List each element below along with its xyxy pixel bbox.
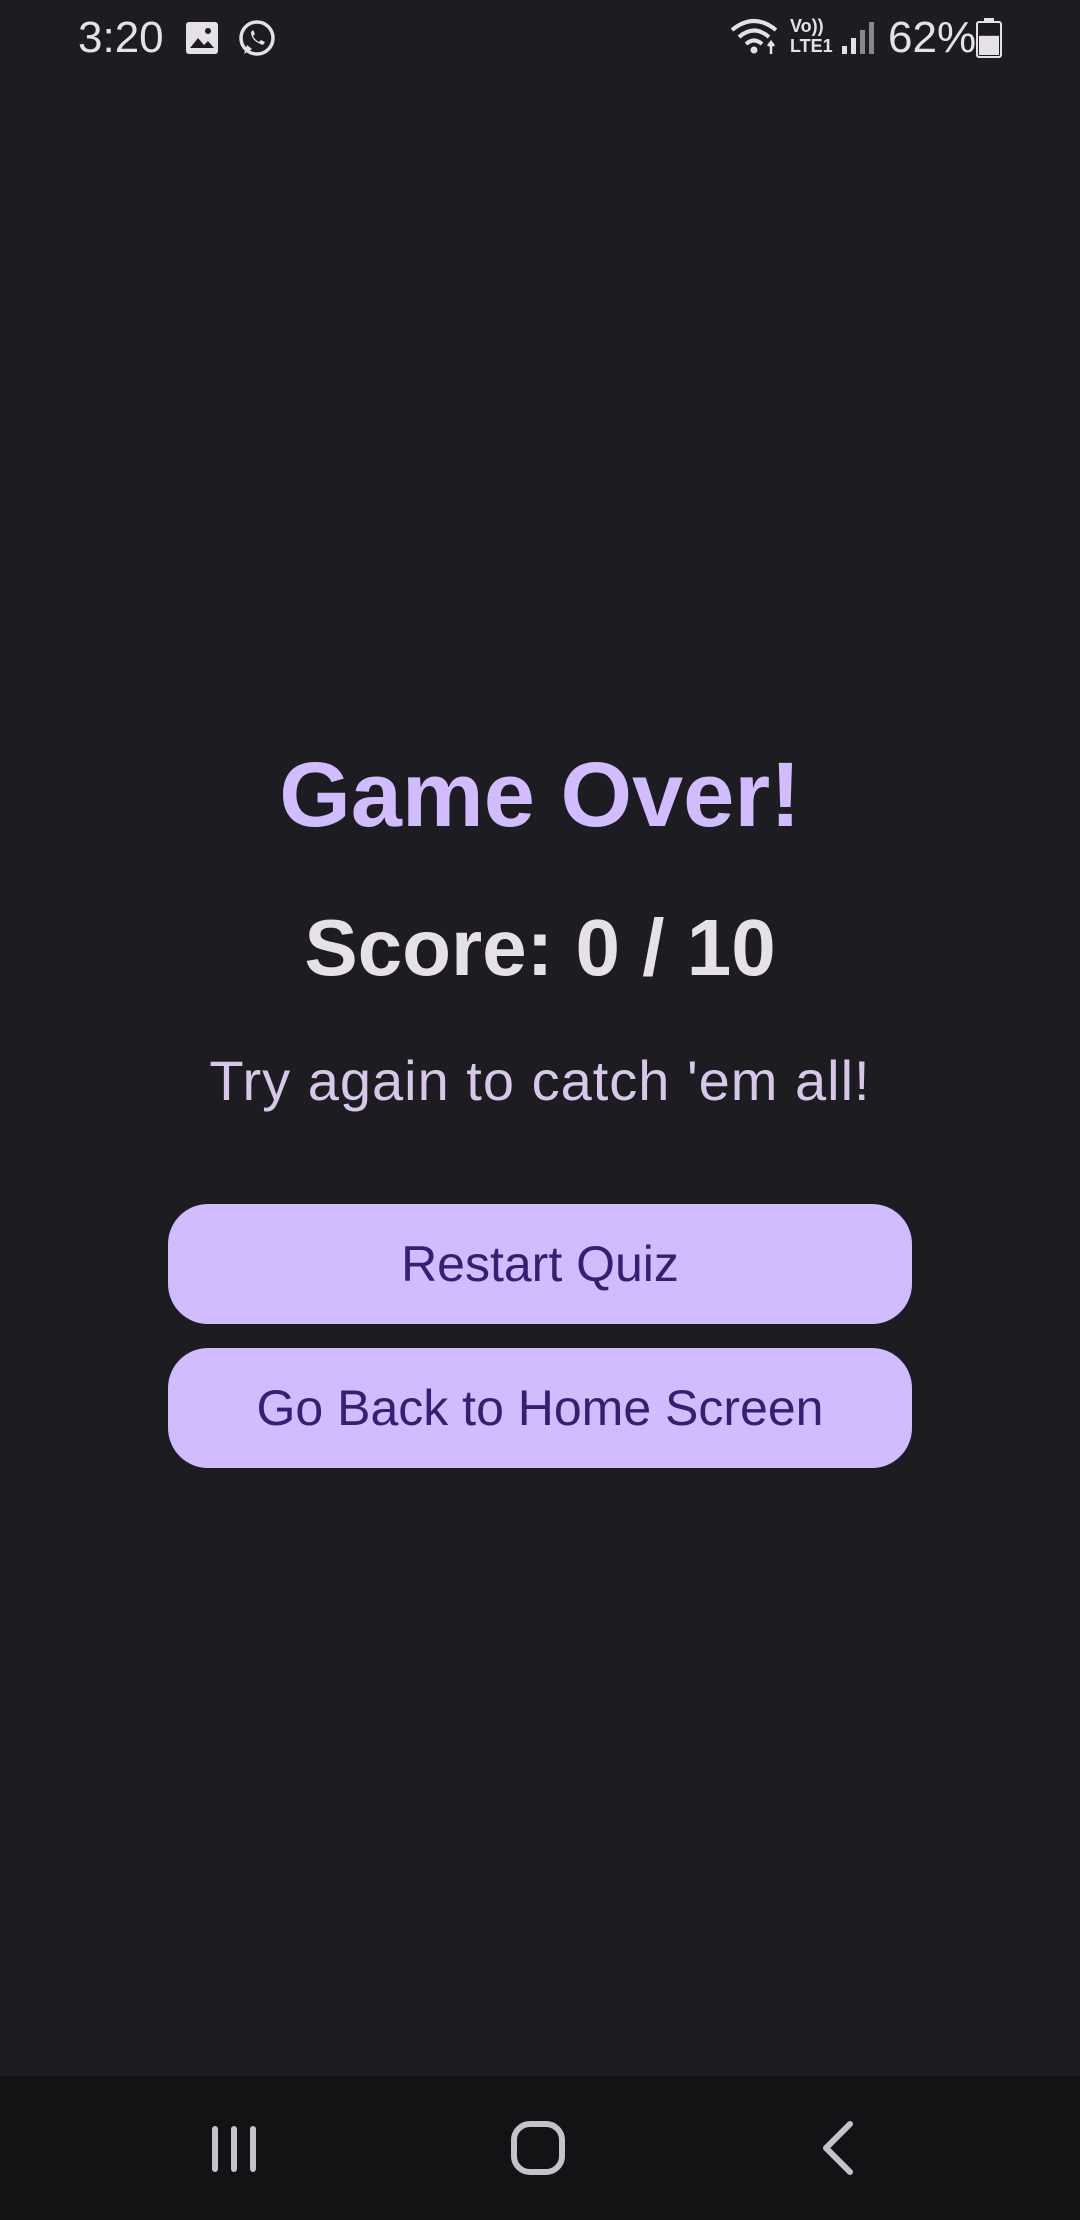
home-nav-button[interactable] (488, 2106, 588, 2190)
restart-quiz-button[interactable]: Restart Quiz (168, 1204, 912, 1324)
battery-percent: 62% (888, 13, 977, 62)
encouragement-message: Try again to catch 'em all! (209, 1049, 871, 1112)
back-icon (788, 2121, 888, 2194)
status-bar: 3:20 Vo)) LTE1 62% (0, 0, 1080, 76)
navigation-bar (0, 2076, 1080, 2220)
lte-label: LTE1 (790, 36, 833, 56)
status-time: 3:20 (78, 13, 164, 62)
image-icon (184, 20, 220, 61)
game-over-title: Game Over! (279, 744, 801, 846)
score-text: Score: 0 / 10 (304, 903, 776, 992)
back-nav-button[interactable] (788, 2106, 888, 2190)
home-icon (488, 2121, 588, 2194)
home-screen-button[interactable]: Go Back to Home Screen (168, 1348, 912, 1468)
volte-lte-icon: Vo)) LTE1 (790, 16, 834, 56)
recents-icon (184, 2126, 284, 2194)
whatsapp-icon (236, 18, 278, 65)
signal-icon (840, 18, 878, 61)
battery-icon (976, 18, 1002, 63)
volte-label: Vo)) (790, 16, 824, 36)
wifi-icon (728, 16, 780, 63)
recents-button[interactable] (184, 2106, 284, 2190)
game-over-screen: 3:20 Vo)) LTE1 62% Game Over! Score: 0 /… (0, 0, 1080, 2220)
